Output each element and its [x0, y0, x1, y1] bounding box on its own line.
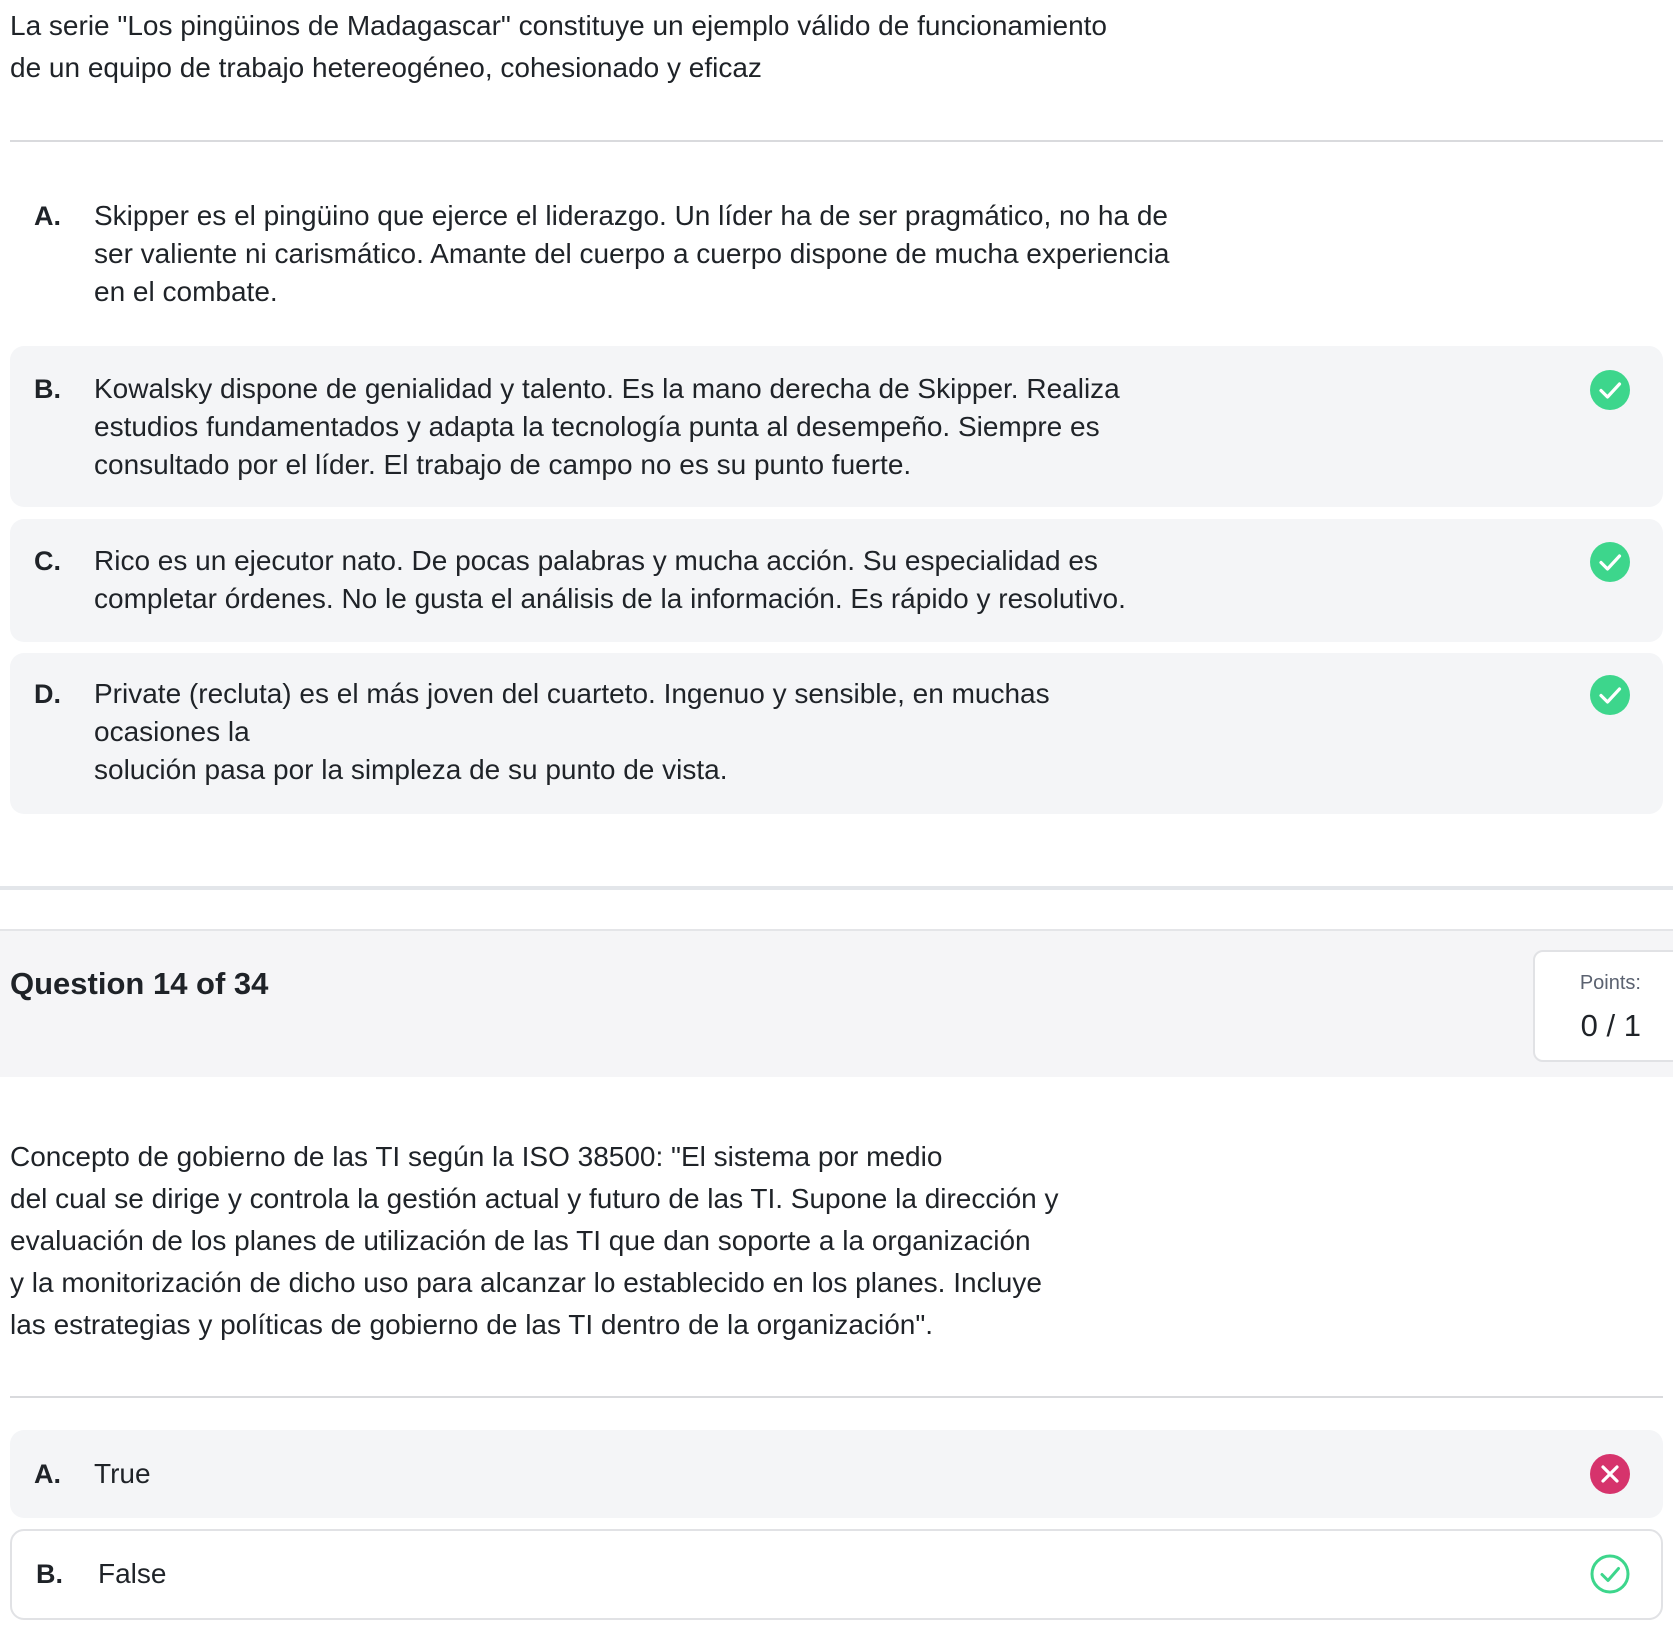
- divider: [10, 1396, 1663, 1398]
- points-value: 0 / 1: [1580, 1008, 1641, 1043]
- option-line: solución pasa por la simpleza de su punt…: [94, 754, 728, 785]
- check-filled-icon: [1590, 675, 1630, 715]
- option-line: Rico es un ejecutor nato. De pocas palab…: [94, 545, 1098, 576]
- q14-option-false[interactable]: B. False: [10, 1529, 1663, 1620]
- q13-option-c[interactable]: C. Rico es un ejecutor nato. De pocas pa…: [10, 519, 1663, 642]
- q14-option-true[interactable]: A. True: [10, 1430, 1663, 1518]
- points-card: Points: 0 / 1: [1533, 950, 1673, 1062]
- option-line: completar órdenes. No le gusta el anális…: [94, 583, 1126, 614]
- x-filled-icon: [1590, 1454, 1630, 1494]
- prompt-line: y la monitorización de dicho uso para al…: [10, 1267, 1042, 1298]
- option-line: consultado por el líder. El trabajo de c…: [94, 449, 912, 480]
- q13-option-b[interactable]: B. Kowalsky dispone de genialidad y tale…: [10, 346, 1663, 507]
- option-line: ocasiones la: [94, 716, 250, 747]
- option-text: Kowalsky dispone de genialidad y talento…: [94, 370, 1120, 484]
- prompt-line: La serie "Los pingüinos de Madagascar" c…: [10, 10, 1108, 41]
- option-letter: B.: [34, 374, 61, 404]
- question-separator: [0, 886, 1673, 890]
- prompt-line: evaluación de los planes de utilización …: [10, 1225, 1031, 1256]
- option-letter: A.: [34, 201, 61, 231]
- option-line: Private (recluta) es el más joven del cu…: [94, 678, 1050, 709]
- option-text: Skipper es el pingüino que ejerce el lid…: [94, 197, 1170, 311]
- divider: [10, 140, 1663, 142]
- question-14-prompt: Concepto de gobierno de las TI según la …: [10, 1136, 1240, 1346]
- option-line: ser valiente ni carismático. Amante del …: [94, 238, 1170, 269]
- q13-option-a[interactable]: A. Skipper es el pingüino que ejerce el …: [10, 180, 1663, 330]
- option-letter: D.: [34, 679, 61, 709]
- option-letter: B.: [36, 1559, 63, 1589]
- question-title: Question 14 of 34: [10, 966, 269, 1001]
- prompt-line: del cual se dirige y controla la gestión…: [10, 1183, 1059, 1214]
- q13-option-d[interactable]: D. Private (recluta) es el más joven del…: [10, 653, 1663, 814]
- option-label: True: [94, 1458, 151, 1489]
- option-text: Rico es un ejecutor nato. De pocas palab…: [94, 542, 1126, 618]
- option-line: Skipper es el pingüino que ejerce el lid…: [94, 200, 1168, 231]
- question-14-header: Question 14 of 34 Points: 0 / 1: [0, 929, 1673, 1077]
- option-line: en el combate.: [94, 276, 278, 307]
- prompt-line: Concepto de gobierno de las TI según la …: [10, 1141, 943, 1172]
- points-label: Points:: [1579, 972, 1641, 994]
- prompt-line: de un equipo de trabajo hetereogéneo, co…: [10, 52, 762, 83]
- prompt-line: las estrategias y políticas de gobierno …: [10, 1309, 934, 1340]
- option-letter: A.: [34, 1459, 61, 1489]
- option-line: estudios fundamentados y adapta la tecno…: [94, 411, 1100, 442]
- question-13-prompt: La serie "Los pingüinos de Madagascar" c…: [10, 5, 1240, 89]
- option-letter: C.: [34, 546, 61, 576]
- option-text: Private (recluta) es el más joven del cu…: [94, 675, 1050, 789]
- option-line: Kowalsky dispone de genialidad y talento…: [94, 373, 1120, 404]
- check-filled-icon: [1590, 370, 1630, 410]
- check-filled-icon: [1590, 542, 1630, 582]
- check-outline-icon: [1590, 1554, 1630, 1594]
- option-label: False: [98, 1558, 167, 1589]
